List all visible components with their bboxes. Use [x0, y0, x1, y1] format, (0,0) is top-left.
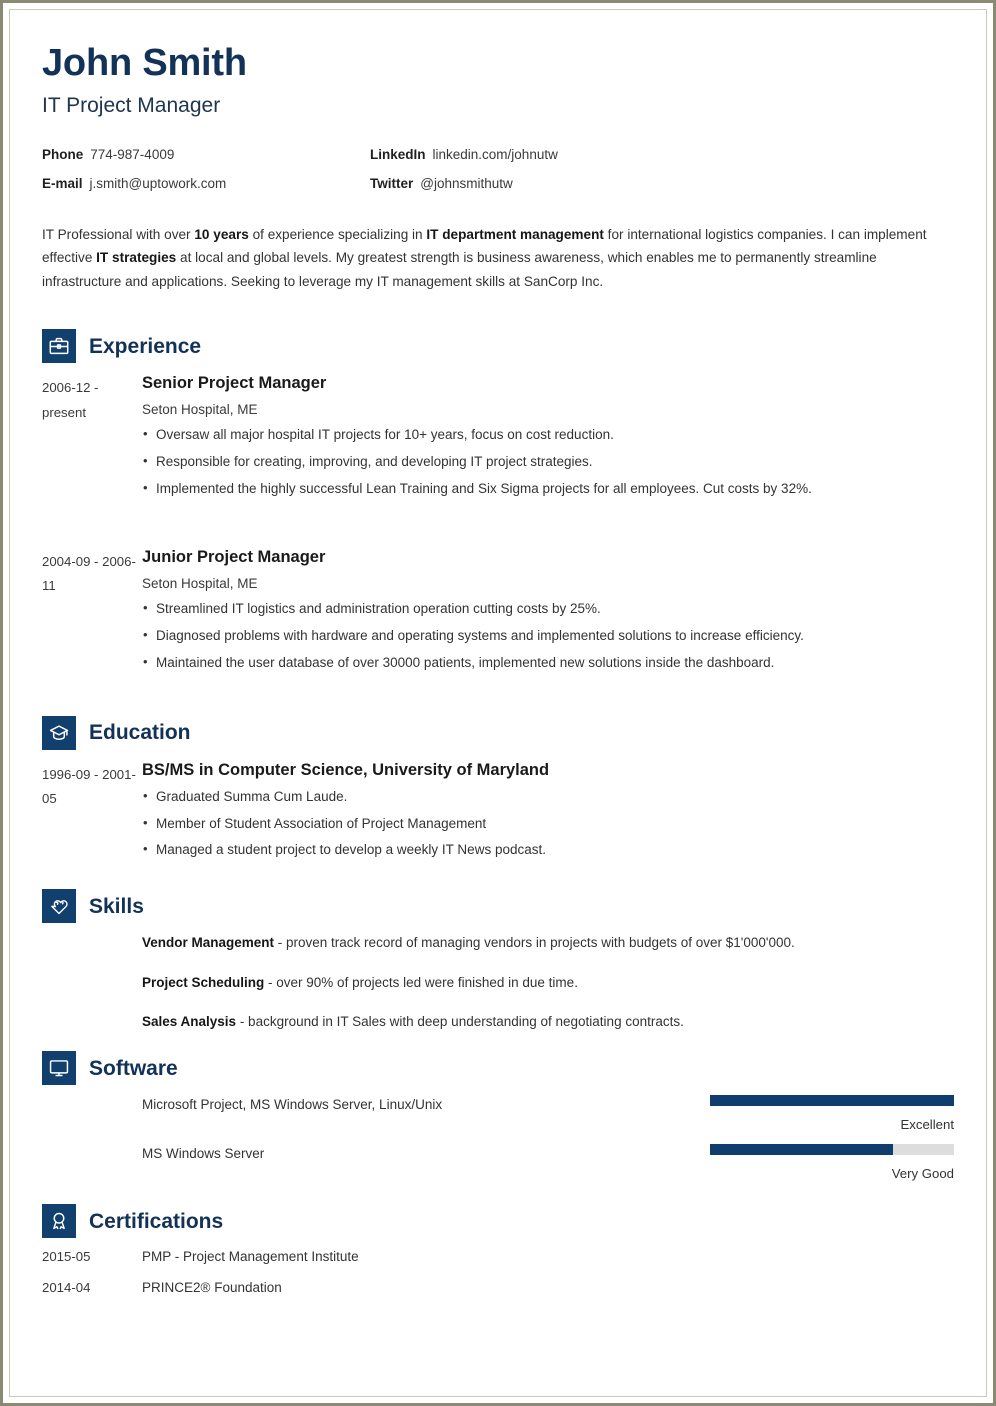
- section-title-education: Education: [89, 721, 191, 745]
- section-header-skills: Skills: [42, 889, 954, 924]
- puzzle-heart-icon: [42, 889, 76, 924]
- certification-name: PMP - Project Management Institute: [142, 1249, 359, 1265]
- graduation-cap-icon: [42, 715, 76, 750]
- certification-item: 2015-05 PMP - Project Management Institu…: [42, 1248, 954, 1267]
- contact-email-value[interactable]: j.smith@uptowork.com: [90, 176, 227, 191]
- software-level-label: Excellent: [900, 1117, 954, 1133]
- section-title-software: Software: [89, 1056, 178, 1080]
- contact-phone-value[interactable]: 774-987-4009: [90, 147, 174, 162]
- certification-date: 2014-04: [42, 1280, 91, 1296]
- education-entry: 1996-09 - 2001-05 BS/MS in Computer Scie…: [42, 761, 954, 868]
- summary-bold-2: IT department management: [426, 227, 604, 243]
- skill-name: Vendor Management: [142, 935, 275, 951]
- section-header-software: Software: [42, 1051, 954, 1086]
- experience-entry-org: Seton Hospital, ME: [142, 402, 258, 417]
- certification-name: PRINCE2® Foundation: [142, 1280, 282, 1296]
- contact-phone: Phone 774-987-4009: [42, 146, 370, 164]
- software-list: Microsoft Project, MS Windows Server, Li…: [42, 1095, 954, 1182]
- section-header-certifications: Certifications: [42, 1204, 954, 1239]
- skill-item: Project Scheduling - over 90% of project…: [142, 973, 954, 993]
- bullet-item: Maintained the user database of over 300…: [142, 652, 954, 674]
- contact-twitter-value[interactable]: @johnsmithutw: [420, 176, 513, 191]
- experience-entry-bullets: Oversaw all major hospital IT projects f…: [142, 424, 954, 500]
- skill-desc: - over 90% of projects led were finished…: [264, 974, 578, 990]
- experience-entry-body: Junior Project Manager Seton Hospital, M…: [142, 548, 954, 680]
- candidate-job-title: IT Project Manager: [42, 93, 221, 117]
- education-entry-body: BS/MS in Computer Science, University of…: [142, 761, 954, 868]
- education-entry-bullets: Graduated Summa Cum Laude. Member of Stu…: [142, 786, 954, 862]
- bullet-item: Managed a student project to develop a w…: [142, 839, 954, 861]
- software-progress-bar: [710, 1095, 954, 1107]
- experience-entry-date: 2004-09 - 2006-11: [42, 554, 136, 594]
- experience-entry: 2004-09 - 2006-11 Junior Project Manager…: [42, 548, 954, 680]
- monitor-icon: [42, 1051, 76, 1086]
- bullet-item: Diagnosed problems with hardware and ope…: [142, 625, 954, 647]
- software-item: Microsoft Project, MS Windows Server, Li…: [142, 1095, 954, 1133]
- bullet-item: Implemented the highly successful Lean T…: [142, 478, 954, 500]
- contact-email: E-mail j.smith@uptowork.com: [42, 175, 370, 193]
- skill-item: Sales Analysis - background in IT Sales …: [142, 1012, 954, 1032]
- software-name: Microsoft Project, MS Windows Server, Li…: [142, 1097, 443, 1113]
- skills-list: Vendor Management - proven track record …: [42, 933, 954, 1032]
- experience-entry-org: Seton Hospital, ME: [142, 575, 258, 591]
- briefcase-icon: [42, 329, 76, 364]
- software-meter: Excellent: [710, 1095, 954, 1133]
- bullet-item: Member of Student Association of Project…: [142, 813, 954, 835]
- skill-desc: - proven track record of managing vendor…: [274, 935, 795, 951]
- contact-twitter: Twitter @johnsmithutw: [370, 175, 954, 193]
- experience-entry-body: Senior Project Manager Seton Hospital, M…: [142, 374, 954, 506]
- section-header-education: Education: [42, 715, 954, 750]
- certifications-list: 2015-05 PMP - Project Management Institu…: [42, 1248, 954, 1298]
- section-title-skills: Skills: [89, 894, 144, 918]
- experience-entry-bullets: Streamlined IT logistics and administrat…: [142, 598, 954, 674]
- professional-summary: IT Professional with over 10 years of ex…: [42, 223, 947, 293]
- skill-desc: - background in IT Sales with deep under…: [236, 1013, 684, 1029]
- certification-date: 2015-05: [42, 1249, 91, 1265]
- bullet-item: Graduated Summa Cum Laude.: [142, 786, 954, 808]
- contact-linkedin-label: LinkedIn: [370, 146, 426, 162]
- award-ribbon-icon: [42, 1204, 76, 1239]
- software-progress-fill: [710, 1095, 954, 1107]
- summary-bold-1: 10 years: [194, 227, 249, 243]
- skill-item: Vendor Management - proven track record …: [142, 933, 954, 953]
- bullet-item: Streamlined IT logistics and administrat…: [142, 598, 954, 620]
- bullet-item: Responsible for creating, improving, and…: [142, 451, 954, 473]
- summary-part-2: of experience specializing in: [248, 227, 427, 243]
- skill-name: Project Scheduling: [142, 974, 265, 990]
- contact-grid: Phone 774-987-4009 LinkedIn linkedin.com/j…: [42, 146, 954, 192]
- contact-twitter-label: Twitter: [370, 175, 414, 191]
- experience-entry-date: 2006-12 - present: [42, 380, 99, 420]
- education-entry-degree: BS/MS in Computer Science, University of…: [142, 760, 550, 779]
- contact-phone-label: Phone: [42, 146, 84, 162]
- candidate-name: John Smith: [42, 42, 247, 84]
- bullet-item: Oversaw all major hospital IT projects f…: [142, 424, 954, 446]
- resume-sheet: John Smith IT Project Manager Phone 774-9…: [12, 12, 984, 1394]
- software-progress-fill: [710, 1144, 893, 1156]
- software-item: MS Windows Server Very Good: [142, 1144, 954, 1182]
- education-entry-date: 1996-09 - 2001-05: [42, 766, 136, 807]
- summary-bold-3: IT strategies: [96, 250, 177, 266]
- contact-linkedin-value[interactable]: linkedin.com/johnutw: [433, 147, 558, 162]
- software-meter: Very Good: [710, 1144, 954, 1182]
- section-title-certifications: Certifications: [89, 1209, 224, 1233]
- contact-email-label: E-mail: [42, 175, 83, 191]
- summary-part-1: IT Professional with over: [42, 227, 195, 243]
- experience-entry: 2006-12 - present Senior Project Manager…: [42, 374, 954, 506]
- software-progress-bar: [710, 1144, 954, 1156]
- experience-entry-role: Senior Project Manager: [142, 374, 327, 393]
- certification-item: 2014-04 PRINCE2® Foundation: [42, 1279, 954, 1298]
- section-title-experience: Experience: [89, 334, 202, 358]
- software-name: MS Windows Server: [142, 1146, 265, 1162]
- section-header-experience: Experience: [42, 329, 954, 364]
- resume-header: John Smith IT Project Manager Phone 774-9…: [42, 42, 954, 192]
- software-level-label: Very Good: [891, 1166, 954, 1182]
- skill-name: Sales Analysis: [142, 1013, 237, 1029]
- experience-entry-role: Junior Project Manager: [142, 548, 326, 567]
- contact-linkedin: LinkedIn linkedin.com/johnutw: [370, 146, 954, 164]
